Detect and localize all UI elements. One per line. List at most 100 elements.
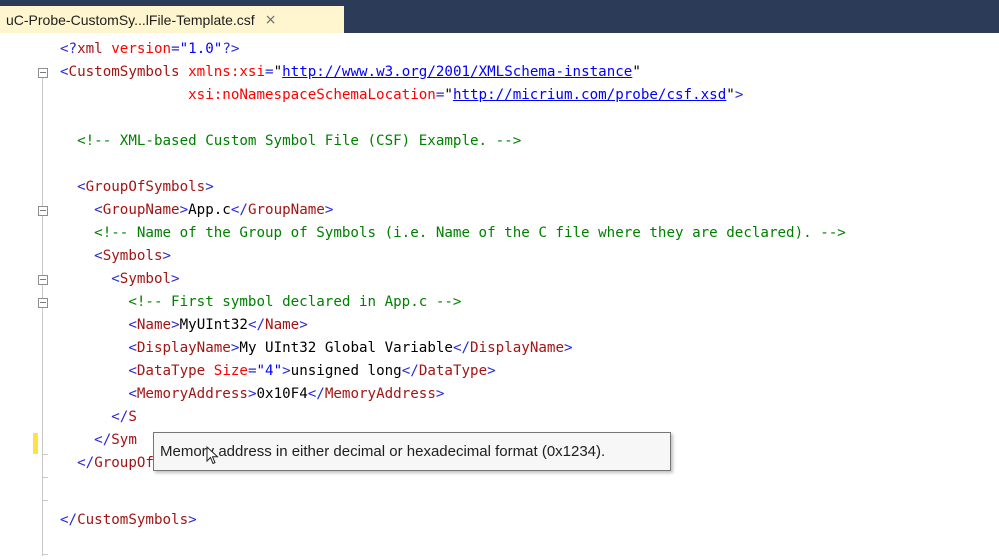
xml-tag-name: MemoryAddress [324, 386, 436, 402]
collapse-toggle-icon[interactable] [38, 206, 48, 216]
code-line: <!-- XML-based Custom Symbol File (CSF) … [60, 130, 521, 153]
xml-attribute: xsi:noNamespaceSchemaLocation [188, 87, 436, 103]
fold-end-tick [42, 454, 48, 455]
xml-bracket: > [162, 248, 172, 264]
xml-bracket: < [94, 202, 103, 218]
code-line: <Symbols> [60, 245, 171, 268]
xml-tag-name: MemoryAddress [136, 386, 248, 402]
code-line: <GroupName>App.c</GroupName> [60, 199, 333, 222]
xml-bracket: > [487, 363, 496, 379]
xml-bracket: < [77, 179, 86, 195]
code-line: <CustomSymbols xmlns:xsi="http://www.w3.… [60, 61, 641, 84]
xml-bracket: > [171, 271, 180, 287]
xml-tag-name: Name [265, 317, 300, 333]
xml-bracket: > [299, 317, 308, 333]
xml-bracket: > [282, 363, 291, 379]
xml-text: App.c [188, 202, 231, 218]
xml-attribute: Size [213, 363, 248, 379]
xml-tag-name: GroupName [102, 202, 180, 218]
code-line: <!-- Name of the Group of Symbols (i.e. … [60, 222, 846, 245]
code-line: <MemoryAddress>0x10F4</MemoryAddress> [60, 383, 444, 406]
xml-attribute: xmlns:xsi [188, 64, 266, 80]
xml-bracket: </ [111, 409, 129, 425]
xml-tag-name: DisplayName [470, 340, 565, 356]
close-icon[interactable]: × [265, 12, 277, 28]
xml-text: MyUInt32 [179, 317, 248, 333]
xml-bracket: < [128, 340, 137, 356]
code-line: </CustomSymbols> [60, 509, 197, 532]
code-line: </Sym [60, 429, 137, 452]
collapse-toggle-icon[interactable] [38, 275, 48, 285]
code-line: <Name>MyUInt32</Name> [60, 314, 308, 337]
fold-end-tick [42, 554, 48, 555]
xml-bracket: </ [77, 455, 95, 471]
xml-bracket: < [128, 363, 137, 379]
code-line: <GroupOfSymbols> [60, 176, 214, 199]
xml-tag-name: Sym [111, 432, 137, 448]
xml-tag-name: Name [136, 317, 172, 333]
code-line: </S [60, 406, 137, 429]
code-line: <?xml version="1.0"?> [60, 38, 239, 61]
xml-tag-name: GroupName [247, 202, 325, 218]
xml-tag-name: DataType [136, 363, 206, 379]
xml-quote: " [273, 64, 283, 80]
xml-bracket: > [188, 512, 197, 528]
mouse-pointer-icon [206, 446, 219, 465]
xml-comment: <!-- First symbol declared in App.c --> [128, 294, 462, 310]
xml-bracket: > [734, 87, 744, 103]
xml-bracket: < [128, 386, 137, 402]
xml-bracket: </ [452, 340, 471, 356]
xml-tag-name: Symbol [119, 271, 172, 287]
xml-tag-name: Symbols [102, 248, 163, 264]
code-line: < DisplayName> My UInt32 Global Variable</… [60, 337, 573, 360]
xml-bracket: > [435, 386, 445, 402]
fold-end-tick [42, 500, 48, 501]
xml-equals: = [171, 41, 180, 57]
xml-bracket: </ [247, 317, 266, 333]
xml-bracket: < [60, 64, 69, 80]
xml-comment: <!-- Name of the Group of Symbols (i.e. … [94, 225, 846, 241]
schema-location-link[interactable]: http://micrium.com/probe/csf.xsd [453, 87, 726, 103]
xml-tag-name: DataType [418, 363, 488, 379]
xml-equals: = [265, 64, 274, 80]
xml-attribute: version [111, 41, 172, 57]
namespace-link[interactable]: http://www.w3.org/2001/XMLSchema-instanc… [282, 64, 632, 80]
fold-end-tick [42, 477, 48, 478]
xml-quote: " [726, 87, 735, 103]
xml-quote: " [444, 87, 453, 103]
code-line: xsi:noNamespaceSchemaLocation="http://mi… [60, 84, 743, 107]
xml-bracket: </ [94, 432, 112, 448]
xml-bracket: > [205, 179, 214, 195]
tab-title: uC-Probe-CustomSy...lFile-Template.csf [6, 11, 255, 28]
xml-text: My UInt32 Global Variable [239, 340, 453, 356]
xml-attribute-value: "4" [256, 363, 283, 379]
collapse-toggle-icon[interactable] [38, 68, 48, 78]
collapse-toggle-icon[interactable] [38, 298, 48, 308]
code-line: <DataType Size="4">unsigned long</DataTy… [60, 360, 496, 383]
change-marker [33, 433, 38, 454]
xml-bracket: </ [60, 512, 78, 528]
xml-tag-name: CustomSymbols [77, 512, 189, 528]
xml-bracket: ?> [222, 41, 240, 57]
xml-bracket: > [171, 317, 180, 333]
xml-bracket: > [564, 340, 573, 356]
xml-equals: = [247, 363, 257, 379]
xml-text: 0x10F4 [256, 386, 308, 402]
xml-tag-name: xml [77, 41, 103, 57]
xml-text: unsigned long [290, 363, 402, 379]
xml-bracket: > [324, 202, 334, 218]
xml-attribute-value: "1.0" [179, 41, 223, 57]
xml-tag-name: GroupOfSymbols [85, 179, 206, 195]
code-line: <!-- First symbol declared in App.c --> [60, 291, 461, 314]
xml-tag-name: S [128, 409, 137, 425]
xml-comment: <!-- XML-based Custom Symbol File (CSF) … [77, 133, 522, 149]
code-editor[interactable]: <?xml version="1.0"?> <CustomSymbols xml… [0, 33, 999, 560]
xml-bracket: < [94, 248, 103, 264]
xml-bracket: <? [60, 41, 78, 57]
fold-guide [42, 78, 43, 556]
code-line: <Symbol> [60, 268, 180, 291]
tab-csf-template[interactable]: uC-Probe-CustomSy...lFile-Template.csf × [0, 6, 344, 33]
document-tab-bar: uC-Probe-CustomSy...lFile-Template.csf × [0, 0, 999, 33]
tooltip-text: Memory address in either decimal or hexa… [160, 443, 606, 460]
xml-bracket: </ [307, 386, 325, 402]
